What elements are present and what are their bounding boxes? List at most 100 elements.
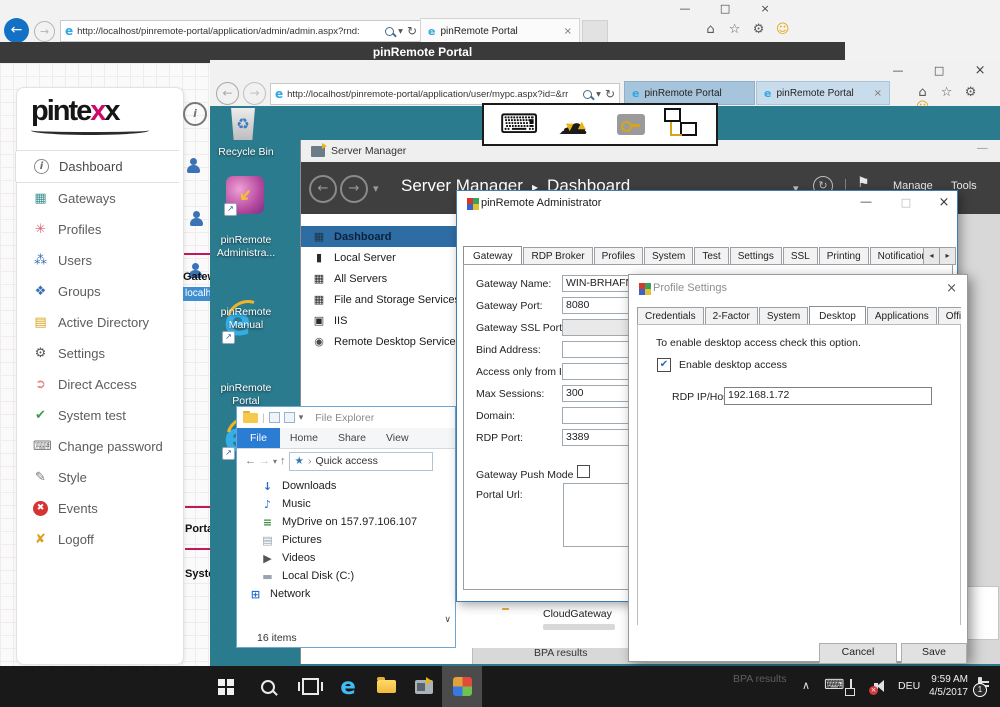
tab-close-icon[interactable]: × <box>564 26 572 37</box>
admin-tab-notification[interactable]: Notification <box>870 247 923 265</box>
explorer-nav-videos[interactable]: ▶ Videos <box>237 549 455 567</box>
search-icon[interactable] <box>385 27 394 36</box>
sm-nav-local-server[interactable]: ▮ Local Server <box>301 247 472 268</box>
sidebar-item-system-test[interactable]: ✔ System test <box>21 400 179 431</box>
push-mode-checkbox[interactable] <box>577 465 590 478</box>
recycle-bin-label[interactable]: Recycle Bin <box>210 146 282 159</box>
back-icon[interactable]: ← <box>216 82 239 105</box>
b1-tab-pinremote-portal[interactable]: e pinRemote Portal × <box>420 18 580 43</box>
minimize-icon[interactable]: — <box>855 196 877 208</box>
pinremote-portal-label[interactable]: pinRemote Portal <box>210 382 282 408</box>
cancel-button[interactable]: Cancel <box>819 643 897 664</box>
chevron-down-icon[interactable]: ▾ <box>299 413 304 423</box>
maximize-icon[interactable]: □ <box>929 64 949 78</box>
pinremote-admin-button[interactable] <box>442 666 482 707</box>
sidebar-item-events[interactable]: ✖ Events <box>21 493 179 524</box>
sidebar-item-direct-access[interactable]: ➲ Direct Access <box>21 369 179 400</box>
tray-language[interactable]: DEU <box>898 680 920 692</box>
search-icon[interactable] <box>583 90 592 99</box>
search-button[interactable] <box>248 666 288 707</box>
rdp-host-input[interactable]: 192.168.1.72 <box>724 387 932 405</box>
sidebar-item-settings[interactable]: ⚙ Settings <box>21 338 179 369</box>
recycle-bin-icon[interactable]: ♻ <box>230 108 256 140</box>
tab-scroll-left-icon[interactable]: ◂ <box>923 247 940 265</box>
tab-scroll-right-icon[interactable]: ▸ <box>939 247 956 265</box>
tray-clock[interactable]: 9:59 AM 4/5/2017 <box>924 673 968 699</box>
explorer-nav-music[interactable]: ♪ Music <box>237 495 455 513</box>
scroll-down-icon[interactable]: ∨ <box>444 615 451 625</box>
pinremote-manual-label[interactable]: pinRemote Manual <box>210 306 282 332</box>
tray-chevron-up-icon[interactable]: ∧ <box>802 679 810 692</box>
close-icon[interactable]: × <box>755 2 775 16</box>
qat-properties-icon[interactable] <box>269 412 280 423</box>
forward-icon[interactable]: → <box>259 455 270 467</box>
refresh-icon[interactable]: ↻ <box>605 87 615 101</box>
close-icon[interactable]: × <box>970 64 990 78</box>
fx-tab-view[interactable]: View <box>376 432 419 444</box>
maximize-icon[interactable]: □ <box>715 2 735 16</box>
forward-icon[interactable]: → <box>243 82 266 105</box>
edge-button[interactable]: e <box>328 666 368 707</box>
home-icon[interactable]: ⌂ <box>912 85 933 100</box>
bpa-results-link[interactable]: BPA results <box>534 647 588 659</box>
fx-file-cloudgateway[interactable]: CloudGateway <box>543 608 612 620</box>
favorites-star-icon[interactable]: ☆ <box>724 22 745 37</box>
server-manager-button[interactable] <box>404 666 444 707</box>
b1-url-bar[interactable]: e http://localhost/pinremote-portal/appl… <box>60 20 422 42</box>
close-icon[interactable]: × <box>933 195 955 210</box>
fx-tab-file[interactable]: File <box>237 428 280 448</box>
forward-icon[interactable]: → <box>340 175 368 203</box>
b1-new-tab-button[interactable] <box>582 20 608 43</box>
admin-tab-profiles[interactable]: Profiles <box>594 247 643 265</box>
pinremote-administrator-icon[interactable]: ➜ ↗ <box>226 176 264 214</box>
gear-icon[interactable]: ⚙ <box>748 22 769 37</box>
chevron-down-icon[interactable]: ▾ <box>373 182 379 195</box>
explorer-nav-network[interactable]: ⊞ Network <box>237 585 455 603</box>
admin-tab-gateway[interactable]: Gateway <box>463 246 522 265</box>
file-explorer-button[interactable] <box>366 666 406 707</box>
ps-tab-2factor[interactable]: 2-Factor <box>705 307 758 325</box>
admin-tab-rdp-broker[interactable]: RDP Broker <box>523 247 592 265</box>
pinremote-administrator-label[interactable]: pinRemote Administra... <box>210 234 282 260</box>
back-icon[interactable]: ← <box>245 455 256 467</box>
back-icon[interactable]: ← <box>4 18 29 43</box>
tray-keyboard-icon[interactable]: ⌨ <box>824 677 844 693</box>
action-center-icon[interactable]: 1 <box>978 677 982 693</box>
start-button[interactable] <box>206 666 246 707</box>
enable-desktop-checkbox[interactable]: ✔ <box>657 358 671 372</box>
ps-tab-credentials[interactable]: Credentials <box>637 307 704 325</box>
sidebar-item-style[interactable]: ✎ Style <box>21 462 179 493</box>
admin-tab-system[interactable]: System <box>644 247 693 265</box>
sidebar-item-groups[interactable]: ❖ Groups <box>21 276 179 307</box>
task-view-button[interactable] <box>290 666 330 707</box>
gear-icon[interactable]: ⚙ <box>960 85 981 100</box>
explorer-nav-local-disk[interactable]: ▬ Local Disk (C:) <box>237 567 455 585</box>
ps-tab-system[interactable]: System <box>759 307 808 325</box>
fx-address-bar[interactable]: ★ › Quick access <box>289 452 433 471</box>
chevron-down-icon[interactable]: ▾ <box>273 457 277 466</box>
maximize-icon[interactable]: □ <box>895 196 917 209</box>
sidebar-item-logoff[interactable]: ✘ Logoff <box>21 524 179 555</box>
notifications-flag-icon[interactable]: ⚑ <box>857 175 870 191</box>
sidebar-item-dashboard[interactable]: i Dashboard <box>15 150 179 183</box>
admin-tab-test[interactable]: Test <box>694 247 728 265</box>
sidebar-item-gateways[interactable]: ▦ Gateways <box>21 183 179 214</box>
fx-tab-home[interactable]: Home <box>280 432 328 444</box>
ps-tab-office[interactable]: Office <box>938 307 961 325</box>
ps-tab-desktop[interactable]: Desktop <box>809 306 866 325</box>
explorer-nav-pictures[interactable]: ▤ Pictures <box>237 531 455 549</box>
tab-close-icon[interactable]: × <box>874 88 882 99</box>
sm-nav-file-storage[interactable]: ▦ File and Storage Services <box>301 289 472 310</box>
sm-nav-dashboard[interactable]: ▦ Dashboard <box>301 226 472 247</box>
chevron-down-icon[interactable]: ▾ <box>596 89 601 100</box>
minimize-icon[interactable]: — <box>977 142 988 154</box>
ps-tab-applications[interactable]: Applications <box>867 307 937 325</box>
b2-url-bar[interactable]: e http://localhost/pinremote-portal/appl… <box>270 83 620 105</box>
back-icon[interactable]: ← <box>309 175 337 203</box>
sidebar-item-active-directory[interactable]: ▤ Active Directory <box>21 307 179 338</box>
qat-newfolder-icon[interactable] <box>284 412 295 423</box>
admin-tab-settings[interactable]: Settings <box>730 247 782 265</box>
admin-tab-ssl[interactable]: SSL <box>783 247 818 265</box>
sidebar-item-change-password[interactable]: ⌨ Change password <box>21 431 179 462</box>
refresh-icon[interactable]: ↻ <box>407 24 417 38</box>
